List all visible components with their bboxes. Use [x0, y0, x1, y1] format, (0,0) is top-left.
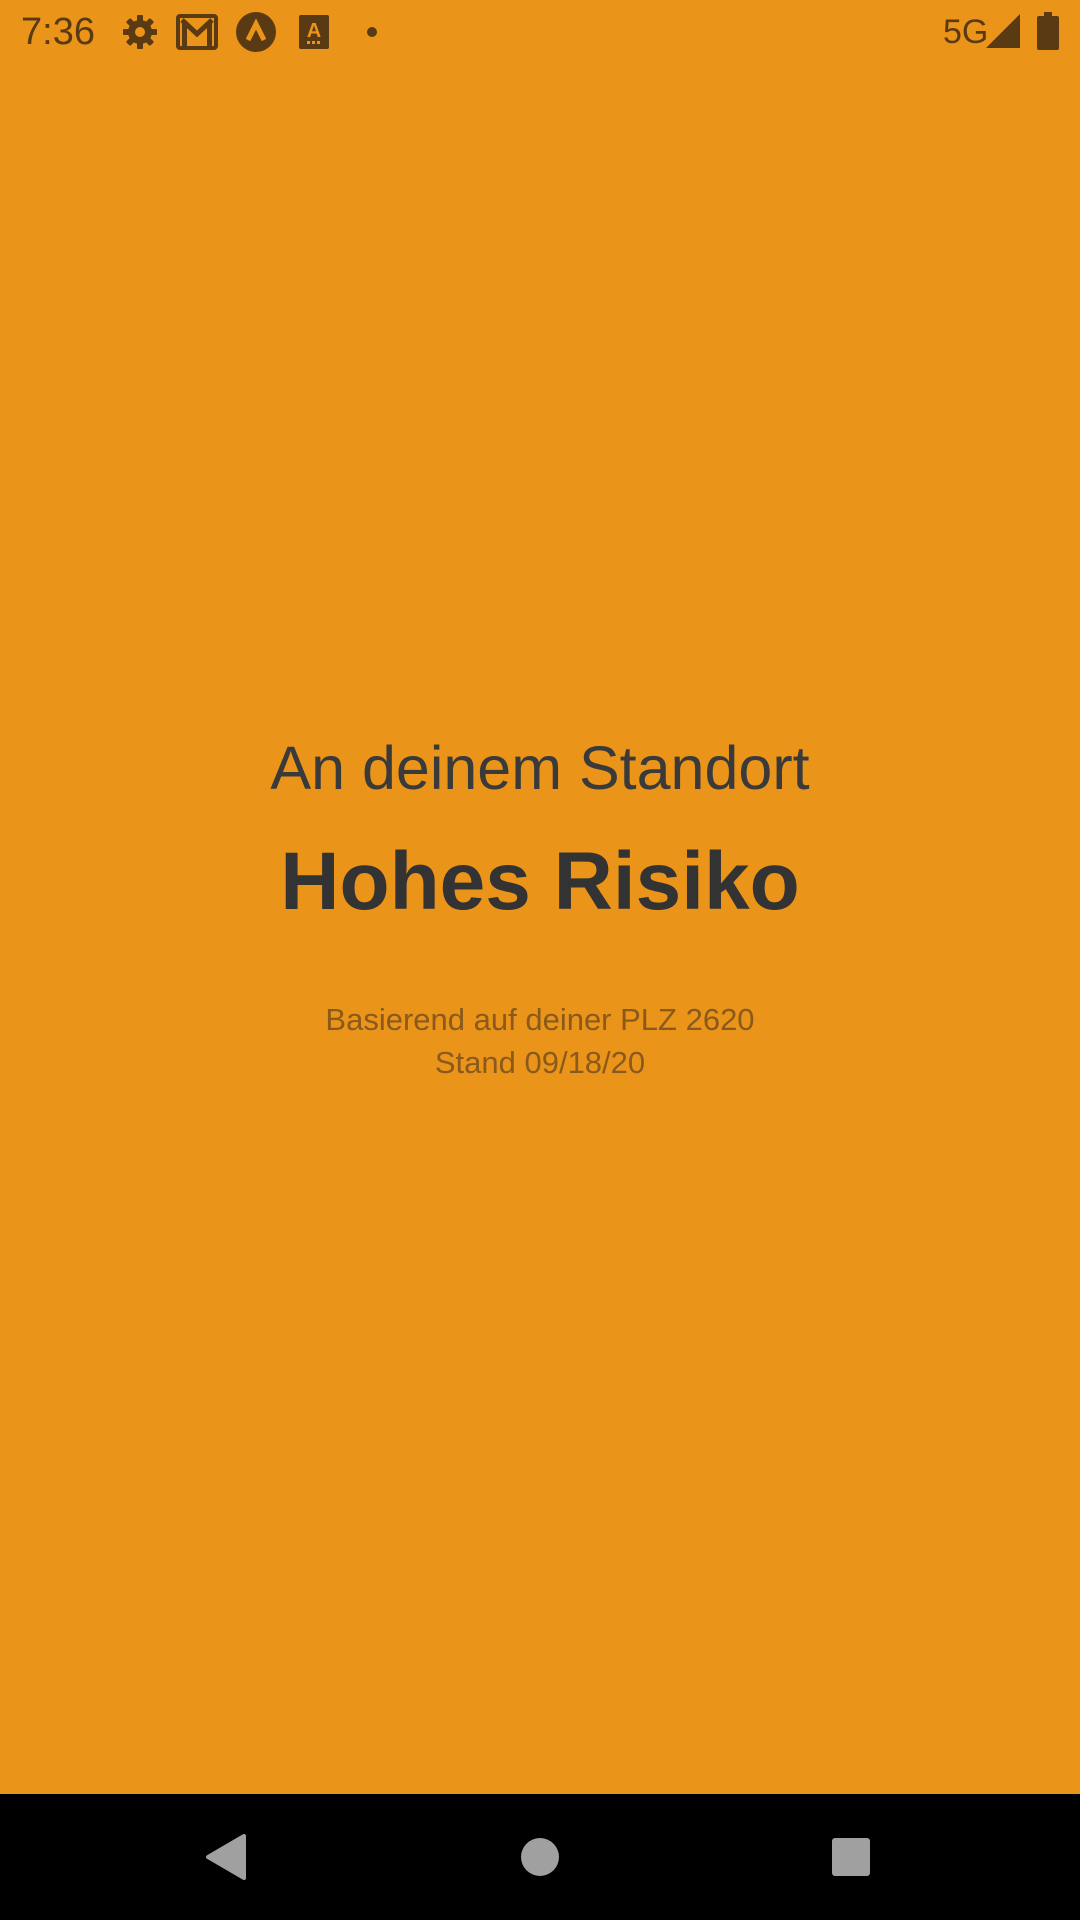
navigation-bar	[0, 1794, 1080, 1920]
home-button[interactable]	[470, 1794, 610, 1920]
risk-status-screen: An deinem Standort Hohes Risiko Basieren…	[0, 0, 1080, 1794]
postal-code-basis-text: Basierend auf deiner PLZ 2620	[325, 1002, 755, 1037]
back-button[interactable]	[156, 1794, 296, 1920]
location-subtitle: An deinem Standort	[270, 734, 810, 802]
home-circle-icon	[521, 1838, 559, 1876]
risk-level-title: Hohes Risiko	[280, 836, 800, 927]
back-triangle-icon	[206, 1834, 246, 1880]
risk-meta-info: Basierend auf deiner PLZ 2620 Stand 09/1…	[0, 998, 1080, 1084]
recents-square-icon	[832, 1838, 870, 1876]
recents-button[interactable]	[781, 1794, 921, 1920]
date-stamp-text: Stand 09/18/20	[434, 1045, 646, 1080]
